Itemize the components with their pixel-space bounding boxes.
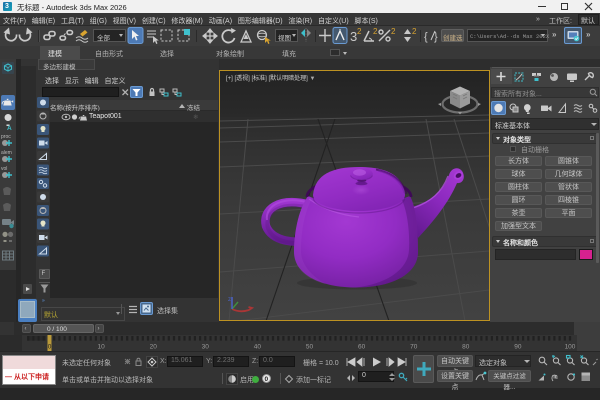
svg-text:A: A: [7, 125, 12, 132]
svg-text:80: 80: [462, 344, 470, 351]
svg-text:10: 10: [97, 344, 105, 351]
svg-text:40: 40: [254, 344, 262, 351]
svg-text:2: 2: [412, 27, 417, 36]
svg-text:2: 2: [373, 27, 378, 36]
svg-text:alem: alem: [1, 150, 12, 156]
svg-text:2: 2: [357, 27, 362, 36]
svg-text:90: 90: [514, 344, 522, 351]
svg-text:100: 100: [565, 344, 576, 351]
svg-text:{: {: [424, 31, 428, 43]
svg-text:2: 2: [391, 27, 396, 36]
svg-text:20: 20: [150, 344, 158, 351]
svg-text:proc: proc: [1, 134, 11, 140]
svg-text:30: 30: [202, 344, 210, 351]
svg-text:vol: vol: [1, 166, 7, 172]
svg-text:60: 60: [358, 344, 366, 351]
svg-text:50: 50: [306, 344, 314, 351]
svg-text:70: 70: [410, 344, 418, 351]
svg-text:0: 0: [48, 344, 52, 351]
svg-text:z: z: [228, 297, 231, 303]
